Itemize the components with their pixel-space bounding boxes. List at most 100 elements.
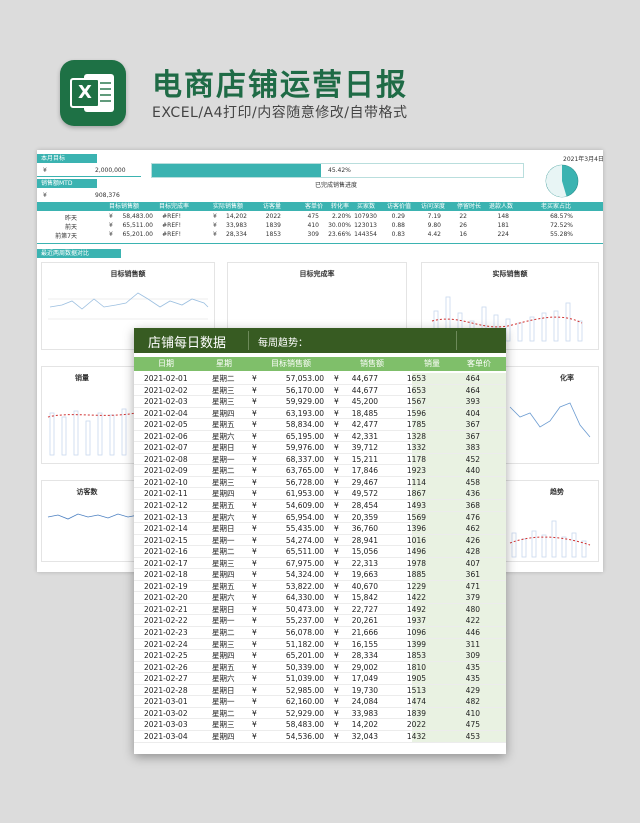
table-row: 2021-02-04 星期四 ¥63,193.00 ¥18,485 1596 404 — [134, 407, 506, 420]
cell-wd: 星期日 — [212, 524, 235, 534]
cell-c2: ¥ — [334, 547, 339, 557]
summary-cell-v5: 309 — [307, 231, 319, 238]
summary-cell-cur3: ¥ — [213, 231, 217, 238]
cell-c2: ¥ — [334, 731, 339, 741]
cell-qty: 1332 — [406, 443, 426, 453]
col-weekday: 星期 — [216, 359, 232, 368]
cell-c1: ¥ — [252, 466, 257, 476]
month-target-label: 本月目标 — [37, 154, 97, 163]
cell-price: 311 — [465, 639, 480, 649]
cell-price: 476 — [465, 512, 480, 522]
col-target-sales: 目标销售额 — [109, 203, 140, 210]
row-shade — [412, 442, 506, 454]
cell-wd: 星期四 — [212, 570, 235, 580]
cell-target: 68,337.00 — [285, 454, 324, 464]
summary-cell-v11: 148 — [497, 213, 509, 220]
sales-mtd-currency: ¥ — [43, 192, 47, 199]
cell-c1: ¥ — [252, 535, 257, 545]
col-returning-ratio: 老买家占比 — [541, 203, 572, 210]
cell-target: 56,728.00 — [285, 477, 324, 487]
cell-date: 2021-02-24 — [144, 639, 188, 649]
table-row: 2021-02-21 星期日 ¥50,473.00 ¥22,727 1492 480 — [134, 603, 506, 616]
cell-c2: ¥ — [334, 443, 339, 453]
row-shade — [412, 627, 506, 639]
cell-qty: 1422 — [406, 593, 426, 603]
cell-qty: 1785 — [406, 420, 426, 430]
summary-cell-v10: 26 — [459, 222, 467, 229]
col-refunds: 退款人数 — [489, 203, 514, 210]
cell-sales: 36,760 — [351, 524, 378, 534]
summary-cell-cur1: ¥ — [109, 213, 113, 220]
cell-c1: ¥ — [252, 651, 257, 661]
row-shade — [412, 476, 506, 488]
summary-cell-cur1: ¥ — [109, 231, 113, 238]
cell-target: 59,976.00 — [285, 443, 324, 453]
summary-cell-v9: 7.19 — [427, 213, 441, 220]
row-shade — [412, 707, 506, 719]
cell-date: 2021-03-03 — [144, 720, 188, 730]
cell-sales: 28,941 — [351, 535, 378, 545]
summary-cell-v11: 181 — [497, 222, 509, 229]
table-row: 2021-02-24 星期三 ¥51,182.00 ¥16,155 1399 311 — [134, 638, 506, 651]
cell-price: 435 — [465, 674, 480, 684]
cell-sales: 29,002 — [351, 662, 378, 672]
cell-price: 368 — [465, 501, 480, 511]
cell-c2: ¥ — [334, 720, 339, 730]
row-shade — [412, 730, 506, 742]
cell-target: 58,483.00 — [285, 720, 324, 730]
row-shade — [412, 453, 506, 465]
cell-date: 2021-03-02 — [144, 708, 188, 718]
cell-target: 62,160.00 — [285, 697, 324, 707]
cell-c2: ¥ — [334, 570, 339, 580]
table-row: 2021-02-07 星期日 ¥59,976.00 ¥39,712 1332 383 — [134, 442, 506, 454]
col-sales: 销售额 — [360, 359, 384, 368]
summary-cell-v9: 9.80 — [427, 222, 441, 229]
row-shade — [412, 661, 506, 673]
table-row: 2021-02-11 星期四 ¥61,953.00 ¥49,572 1867 436 — [134, 488, 506, 501]
summary-cell-v7: 123013 — [354, 222, 377, 229]
daily-data-sheet: 店铺每日数据 每周趋势： 日期 星期 目标销售额 销售额 销量 客单价 2021… — [134, 328, 506, 754]
summary-cell-v2: #REF! — [162, 213, 181, 220]
cell-qty: 1016 — [406, 535, 426, 545]
cell-c2: ¥ — [334, 558, 339, 568]
table-row: 2021-02-08 星期一 ¥68,337.00 ¥15,211 1178 452 — [134, 453, 506, 466]
cell-price: 422 — [465, 616, 480, 626]
cell-qty: 1853 — [406, 651, 426, 661]
progress-fill — [152, 164, 321, 177]
cell-qty: 1937 — [406, 616, 426, 626]
cell-wd: 星期三 — [212, 477, 235, 487]
cell-c1: ¥ — [252, 697, 257, 707]
cell-c1: ¥ — [252, 512, 257, 522]
cell-wd: 星期五 — [212, 501, 235, 511]
cell-qty: 1399 — [406, 639, 426, 649]
col-buyers: 买家数 — [357, 203, 376, 210]
page-title: 电商店铺运营日报 — [152, 68, 408, 103]
cell-price: 404 — [465, 408, 480, 418]
cell-c1: ¥ — [252, 593, 257, 603]
cell-date: 2021-02-10 — [144, 477, 188, 487]
cell-date: 2021-02-11 — [144, 489, 188, 499]
table-row: 2021-03-01 星期一 ¥62,160.00 ¥24,084 1474 482 — [134, 696, 506, 708]
summary-cell-v4: 2022 — [265, 213, 281, 220]
summary-cell-v1: 65,511.00 — [122, 222, 153, 229]
cell-price: 452 — [465, 454, 480, 464]
cell-price: 446 — [465, 628, 480, 638]
row-shade — [412, 650, 506, 662]
cell-target: 65,511.00 — [285, 547, 324, 557]
table-row: 2021-02-27 星期六 ¥51,039.00 ¥17,049 1905 435 — [134, 673, 506, 685]
cell-date: 2021-02-15 — [144, 535, 188, 545]
cell-qty: 1496 — [406, 547, 426, 557]
cell-target: 55,237.00 — [285, 616, 324, 626]
cell-price: 462 — [465, 524, 480, 534]
cell-target: 54,274.00 — [285, 535, 324, 545]
table-row: 2021-02-02 星期三 ¥56,170.00 ¥44,677 1653 464 — [134, 384, 506, 397]
card-title: 目标完成率 — [299, 270, 335, 278]
summary-cell-v6: 30.00% — [328, 222, 351, 229]
cell-sales: 19,663 — [351, 570, 378, 580]
cell-target: 54,536.00 — [285, 731, 324, 741]
cell-c1: ¥ — [252, 604, 257, 614]
cell-date: 2021-02-05 — [144, 420, 188, 430]
row-shade — [412, 430, 506, 442]
cell-sales: 17,846 — [351, 466, 378, 476]
month-target-value: 2,000,000 — [95, 167, 126, 174]
